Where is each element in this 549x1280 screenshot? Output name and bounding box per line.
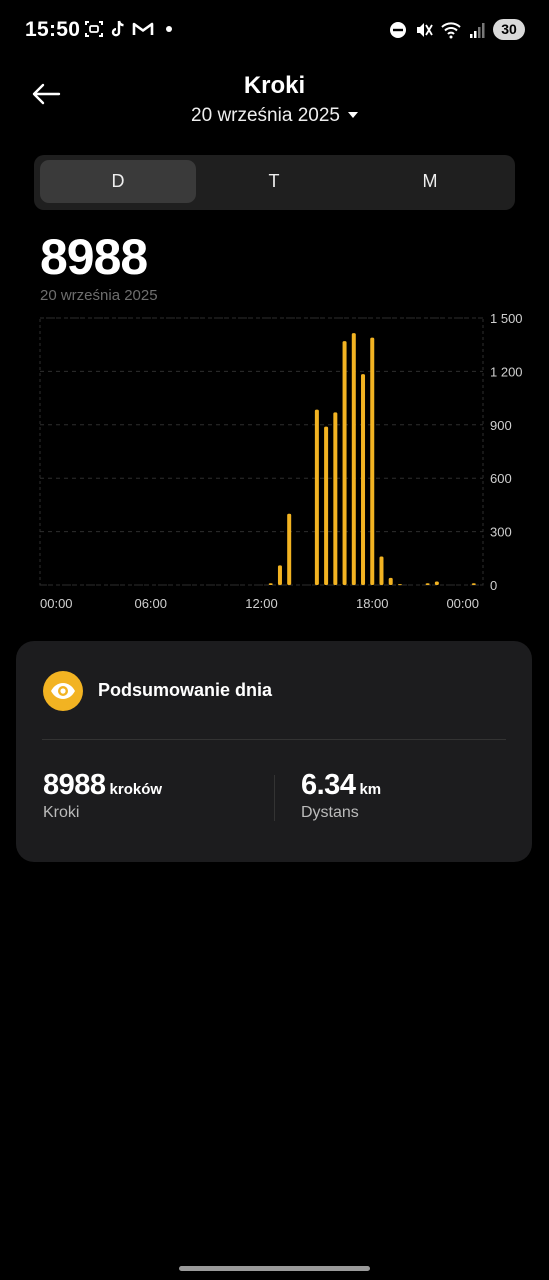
x-tick-label: 12:00 xyxy=(245,596,278,611)
steps-chart: 1 500 1 200 900 600 300 0 00:00 06:00 12:00 18:00… xyxy=(0,300,549,620)
steps-metric-unit: kroków xyxy=(109,781,163,798)
signal-icon xyxy=(470,22,485,38)
chart-bar xyxy=(351,333,356,585)
steps-metric-label: Kroki xyxy=(43,804,80,821)
distance-metric: 6.34 km Dystans xyxy=(301,769,381,822)
y-tick-label: 900 xyxy=(490,418,512,433)
screenshot-icon xyxy=(85,21,103,37)
summary-divider xyxy=(42,739,506,740)
notification-icons xyxy=(84,19,172,39)
steps-metric-value: 8988 xyxy=(43,769,106,801)
dropdown-caret-icon xyxy=(347,112,358,118)
tab-day[interactable]: D xyxy=(40,160,196,203)
page-title: Kroki xyxy=(243,72,306,99)
gmail-icon xyxy=(132,22,154,35)
steps-chart-svg: 1 500 1 200 900 600 300 0 00:00 06:00 12:00 18:00… xyxy=(39,311,523,611)
metric-separator xyxy=(274,775,275,821)
chart-bar xyxy=(379,556,384,585)
system-icons: 30 xyxy=(389,19,525,40)
x-tick-label: 00:00 xyxy=(446,596,479,611)
chart-bar xyxy=(370,337,375,585)
do-not-disturb-icon xyxy=(390,21,406,38)
period-tabs: D T M xyxy=(34,155,515,210)
chart-bar xyxy=(361,374,366,585)
eye-icon xyxy=(43,671,83,711)
chart-bar xyxy=(388,577,393,585)
more-notifications-dot xyxy=(166,26,172,32)
chart-bar xyxy=(268,583,273,585)
chart-frame xyxy=(39,317,484,586)
chart-bar xyxy=(287,513,292,585)
y-tick-label: 300 xyxy=(490,525,512,540)
distance-metric-unit: km xyxy=(359,781,382,798)
tab-week[interactable]: T xyxy=(196,160,352,203)
date-selector-label: 20 września 2025 xyxy=(191,105,340,126)
chart-bar xyxy=(277,565,282,585)
status-bar: 15:50 30 xyxy=(0,0,549,60)
y-tick-label: 1 200 xyxy=(490,364,523,379)
y-tick-label: 0 xyxy=(490,578,497,593)
x-tick-label: 06:00 xyxy=(134,596,167,611)
chart-bar xyxy=(434,581,439,585)
tab-month[interactable]: M xyxy=(352,160,508,203)
chart-bar xyxy=(342,341,347,585)
tiktok-icon xyxy=(111,20,124,37)
chart-bar xyxy=(314,409,319,585)
mute-icon xyxy=(417,22,433,37)
x-tick-label: 00:00 xyxy=(40,596,73,611)
status-time: 15:50 xyxy=(25,18,81,41)
y-tick-label: 1 500 xyxy=(490,311,523,326)
chart-bar xyxy=(471,583,476,585)
steps-metric: 8988 kroków Kroki xyxy=(43,769,162,822)
wifi-icon xyxy=(441,21,461,38)
chart-bar xyxy=(425,583,430,585)
chart-bar xyxy=(324,426,329,585)
chart-bar xyxy=(333,412,338,585)
battery-indicator: 30 xyxy=(493,19,525,40)
y-tick-label: 600 xyxy=(490,471,512,486)
chart-bar xyxy=(397,584,402,586)
summary-title: Podsumowanie dnia xyxy=(98,680,273,700)
x-tick-label: 18:00 xyxy=(356,596,389,611)
distance-metric-value: 6.34 xyxy=(301,769,356,801)
steps-total: 8988 xyxy=(40,229,148,285)
date-selector[interactable]: 20 września 2025 xyxy=(0,105,549,127)
day-summary-card[interactable]: Podsumowanie dnia 8988 kroków Kroki 6.34 k… xyxy=(16,641,532,862)
home-indicator[interactable] xyxy=(179,1266,370,1271)
distance-metric-label: Dystans xyxy=(301,804,359,821)
